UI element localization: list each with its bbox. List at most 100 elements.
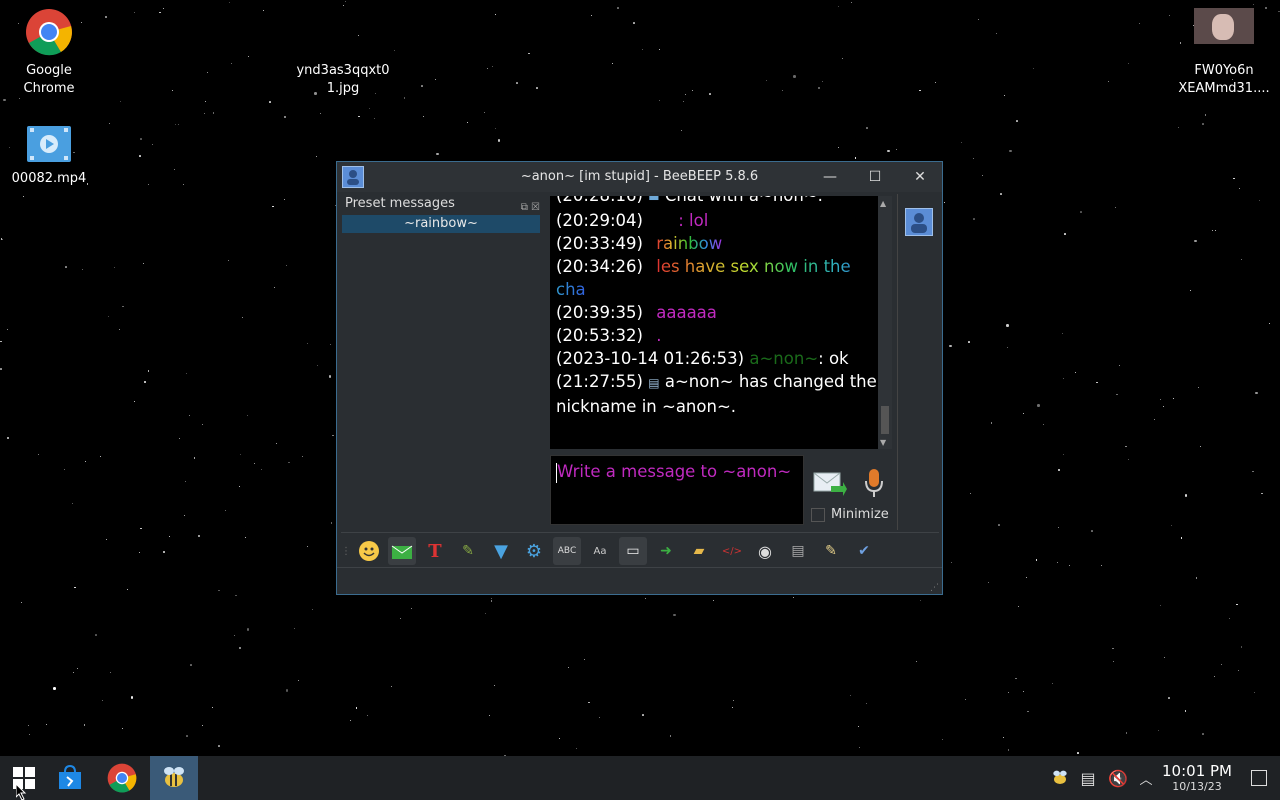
scrollbar-thumb[interactable] xyxy=(881,406,889,434)
star xyxy=(147,370,150,372)
send-folder-icon[interactable]: ▰ xyxy=(685,537,713,565)
word-complete-icon[interactable]: Aa xyxy=(586,537,614,565)
star xyxy=(516,82,518,85)
star xyxy=(1007,749,1010,751)
star xyxy=(866,702,868,704)
star xyxy=(490,600,493,602)
chrome-taskbar-icon[interactable] xyxy=(98,756,146,800)
edit-note-icon[interactable]: ✎ xyxy=(817,537,845,565)
window-titlebar[interactable]: ~anon~ [im stupid] - BeeBEEP 5.8.6 — ☐ ✕ xyxy=(337,162,942,192)
code-icon[interactable]: </> xyxy=(718,537,746,565)
star xyxy=(367,715,369,717)
beebeep-taskbar-icon[interactable] xyxy=(150,756,198,800)
screenshot-icon[interactable]: ◉ xyxy=(751,537,779,565)
desktop-icon-label: XEAMmd31.... xyxy=(1178,81,1270,96)
preset-item-rainbow[interactable]: ~rainbow~ xyxy=(342,215,540,233)
star xyxy=(841,57,843,59)
star xyxy=(114,266,116,268)
close-icon[interactable]: ✕ xyxy=(909,167,931,187)
store-icon[interactable] xyxy=(46,756,94,800)
star xyxy=(782,90,784,92)
preset-messages-title: Preset messages xyxy=(345,196,455,211)
star xyxy=(74,586,76,589)
filter-icon[interactable]: ▼ xyxy=(487,537,515,565)
star xyxy=(732,706,734,708)
maximize-icon[interactable]: ☐ xyxy=(864,167,886,187)
file-icon[interactable]: ▭ xyxy=(619,537,647,565)
chat-scrollbar[interactable]: ▲ ▼ xyxy=(878,196,892,449)
panel-float-close-icons[interactable]: ⧉ ☒ xyxy=(521,198,540,218)
star xyxy=(1237,669,1239,671)
star xyxy=(1027,710,1029,713)
star xyxy=(262,10,264,12)
clock-date: 10/13/23 xyxy=(1172,780,1222,793)
star xyxy=(1023,412,1025,414)
checkbox-box[interactable] xyxy=(811,507,825,522)
chat-line: (20:29:04) : lol xyxy=(556,209,878,232)
notifications-icon[interactable] xyxy=(1238,756,1280,800)
color-icon[interactable]: ✎ xyxy=(454,537,482,565)
star xyxy=(1236,603,1239,606)
star xyxy=(1221,664,1223,666)
system-clock[interactable]: 10:01 PM 10/13/23 xyxy=(1162,762,1232,793)
star xyxy=(0,368,2,370)
spellcheck-icon[interactable]: ABC xyxy=(553,537,581,565)
image-file-icon xyxy=(319,8,367,56)
send-file-icon[interactable]: ➜ xyxy=(652,537,680,565)
scroll-down-icon[interactable]: ▼ xyxy=(880,438,886,447)
emoticon-icon[interactable] xyxy=(355,537,383,565)
star xyxy=(559,738,561,740)
desktop-icon-image-file[interactable]: ynd3as3qqxt0 1.jpg xyxy=(295,8,391,98)
minimize-icon[interactable]: — xyxy=(819,167,841,187)
resize-grip-icon[interactable]: ⋰ xyxy=(930,583,939,593)
star xyxy=(1184,494,1188,497)
desktop-icon-label: Chrome xyxy=(23,81,75,96)
star xyxy=(147,184,149,186)
chat-time: (21:27:55) xyxy=(556,372,643,391)
send-message-button[interactable] xyxy=(813,470,847,496)
star xyxy=(1197,387,1199,389)
settings-icon[interactable]: ⚙ xyxy=(520,537,548,565)
star xyxy=(1026,577,1028,579)
terminal-icon[interactable]: ▤ xyxy=(784,537,812,565)
microphone-icon[interactable] xyxy=(861,467,887,499)
star xyxy=(1158,730,1160,732)
message-input[interactable]: Write a message to ~anon~ xyxy=(550,455,804,525)
star xyxy=(204,113,206,115)
star xyxy=(422,116,424,118)
star xyxy=(599,716,601,718)
font-icon[interactable]: T xyxy=(421,537,449,565)
star xyxy=(950,561,953,564)
star xyxy=(410,607,413,610)
scroll-up-icon[interactable]: ▲ xyxy=(880,199,886,208)
star xyxy=(37,453,39,455)
star xyxy=(1269,322,1271,324)
star xyxy=(76,668,78,670)
star xyxy=(490,597,492,599)
star xyxy=(202,423,204,425)
chat-toolbar: ⋮ T ✎ ▼ ⚙ ABC Aa ▭ ➜ ▰ </> ◉ ▤ ✎ ✔ xyxy=(341,532,939,569)
star xyxy=(973,157,975,159)
star xyxy=(858,746,861,749)
envelope-icon[interactable] xyxy=(388,537,416,565)
star xyxy=(330,343,332,345)
desktop-icon-image-thumbnail[interactable]: FW0Yo6n XEAMmd31.... xyxy=(1176,8,1272,98)
desktop-icon-google-chrome[interactable]: Google Chrome xyxy=(1,8,97,98)
star xyxy=(1063,233,1066,235)
star xyxy=(793,75,796,78)
star xyxy=(1168,697,1171,699)
star xyxy=(1202,733,1204,735)
star xyxy=(202,725,204,727)
star xyxy=(82,268,84,270)
star xyxy=(1080,211,1083,213)
taskbar: ▤ 🔇 ︿ 10:01 PM 10/13/23 xyxy=(0,756,1280,800)
minimize-checkbox[interactable]: Minimize xyxy=(811,507,889,522)
chat-time: (20:39:35) xyxy=(556,303,643,322)
star xyxy=(1261,492,1263,495)
star xyxy=(1202,123,1204,125)
desktop-icon-video-file[interactable]: 00082.mp4 xyxy=(1,126,97,188)
user-avatar-icon[interactable] xyxy=(905,208,933,236)
save-chat-icon[interactable]: ✔ xyxy=(850,537,878,565)
star xyxy=(669,735,672,737)
chat-history: (20:28:16) ▬ Chat with a~non~. (20:29:04… xyxy=(550,196,878,449)
